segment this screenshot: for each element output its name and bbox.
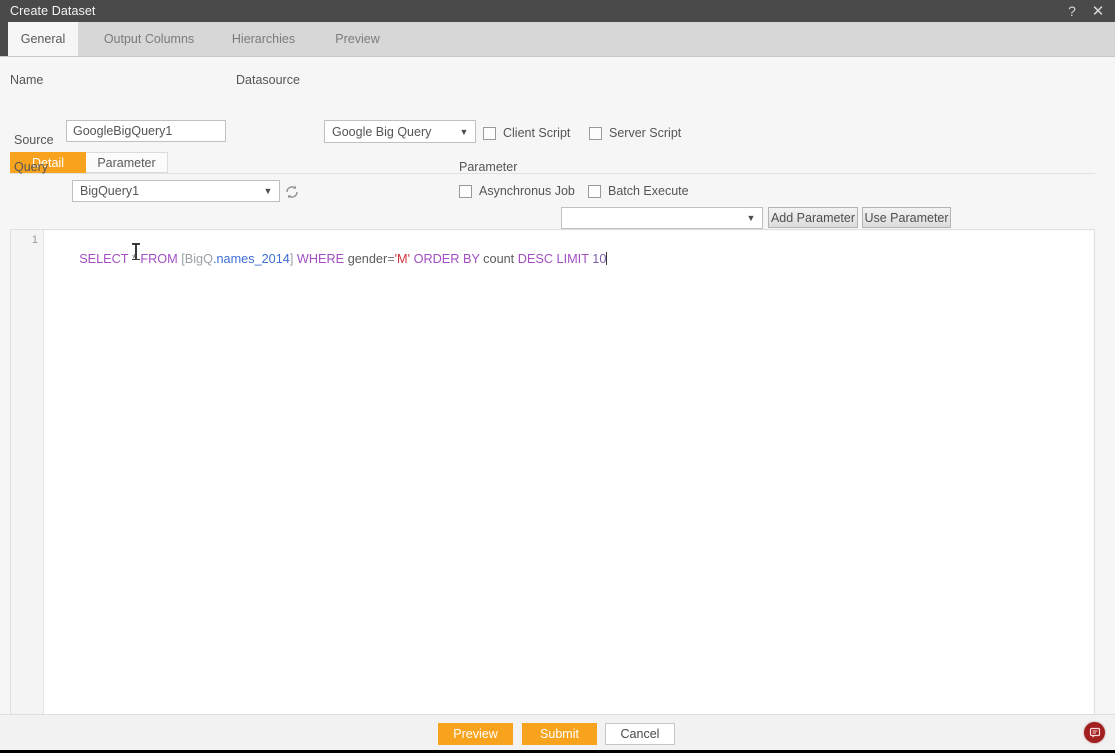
- dialog-footer: Preview Submit Cancel: [0, 714, 1115, 751]
- checkbox-box-client-script: [483, 126, 496, 140]
- preview-button[interactable]: Preview: [438, 723, 513, 745]
- checkbox-box-batch-execute: [588, 184, 601, 198]
- sql-token: 'M': [394, 252, 411, 266]
- server-script-checkbox[interactable]: Server Script: [589, 126, 681, 140]
- checkbox-box-server-script: [589, 126, 602, 140]
- feedback-chat-icon[interactable]: [1084, 722, 1105, 743]
- sql-token: LIMIT: [556, 252, 589, 266]
- parameter-select[interactable]: ▼: [561, 207, 763, 229]
- sql-token: BY: [462, 252, 480, 266]
- general-tab-panel: Name Datasource Google Big Query ▼ Clien…: [0, 57, 1115, 753]
- sql-token: =: [387, 252, 395, 266]
- sql-token: gender: [347, 252, 388, 266]
- tabstrip-lead-edge: [0, 22, 8, 56]
- submit-button[interactable]: Submit: [522, 723, 597, 745]
- tab-hierarchies[interactable]: Hierarchies: [212, 22, 315, 56]
- chat-bubble-glyph: [1089, 727, 1100, 738]
- client-script-label: Client Script: [503, 126, 571, 140]
- add-parameter-button[interactable]: Add Parameter: [768, 207, 858, 228]
- subtab-parameter[interactable]: Parameter: [86, 152, 168, 173]
- tab-general[interactable]: General: [8, 22, 78, 56]
- window-titlebar: Create Dataset ? ✕: [0, 0, 1115, 22]
- sql-token: .names_2014: [212, 252, 290, 266]
- source-label: Source: [14, 133, 54, 147]
- subtabs-underline: [10, 173, 1095, 174]
- client-script-checkbox[interactable]: Client Script: [483, 126, 570, 140]
- name-label: Name: [10, 73, 44, 87]
- sql-token: DESC: [517, 252, 553, 266]
- sql-query-editor[interactable]: 1 SELECT * FROM [BigQ.names_2014] WHERE …: [10, 229, 1095, 753]
- tab-preview[interactable]: Preview: [315, 22, 400, 56]
- source-select-value: BigQuery1: [80, 184, 140, 198]
- batch-execute-label: Batch Execute: [608, 184, 689, 198]
- sql-code-line[interactable]: SELECT * FROM [BigQ.names_2014] WHERE ge…: [51, 234, 608, 285]
- sql-token: 10: [592, 252, 607, 266]
- chevron-down-icon: ▼: [459, 126, 469, 137]
- chevron-down-icon: ▼: [263, 186, 273, 196]
- server-script-label: Server Script: [609, 126, 682, 140]
- batch-execute-checkbox[interactable]: Batch Execute: [588, 184, 689, 198]
- sql-token: ORDER: [413, 252, 460, 266]
- sql-token: [BigQ: [181, 252, 213, 266]
- parameter-label: Parameter: [459, 160, 518, 174]
- tab-output-columns[interactable]: Output Columns: [86, 22, 212, 56]
- asynchronus-job-checkbox[interactable]: Asynchronus Job: [459, 184, 575, 198]
- sql-token: WHERE: [296, 252, 345, 266]
- sql-token: count: [483, 252, 515, 266]
- question-mark-icon[interactable]: ?: [1059, 0, 1085, 22]
- line-number: 1: [31, 234, 38, 246]
- query-label: Query: [14, 160, 49, 174]
- datasource-select-value: Google Big Query: [332, 124, 432, 139]
- cancel-button[interactable]: Cancel: [605, 723, 675, 745]
- close-icon[interactable]: ✕: [1085, 0, 1111, 22]
- refresh-icon[interactable]: [284, 184, 300, 200]
- window-title: Create Dataset: [10, 4, 96, 18]
- dataset-name-input[interactable]: [66, 120, 226, 142]
- sql-tokens: SELECT * FROM [BigQ.names_2014] WHERE ge…: [79, 252, 606, 266]
- use-parameter-button[interactable]: Use Parameter: [862, 207, 951, 228]
- create-dataset-dialog: Create Dataset ? ✕ General Output Column…: [0, 0, 1115, 753]
- text-caret: [606, 252, 608, 265]
- datasource-label: Datasource: [236, 73, 300, 87]
- source-select[interactable]: BigQuery1 ▼: [72, 180, 280, 202]
- main-tabstrip: General Output Columns Hierarchies Previ…: [0, 22, 1115, 57]
- sql-token: FROM: [140, 252, 178, 266]
- sql-token: SELECT: [79, 252, 129, 266]
- asynchronus-job-label: Asynchronus Job: [479, 184, 575, 198]
- chevron-down-icon: ▼: [746, 213, 756, 223]
- editor-gutter: 1: [11, 230, 44, 753]
- checkbox-box-asynchronus-job: [459, 184, 472, 198]
- datasource-select[interactable]: Google Big Query ▼: [324, 120, 476, 143]
